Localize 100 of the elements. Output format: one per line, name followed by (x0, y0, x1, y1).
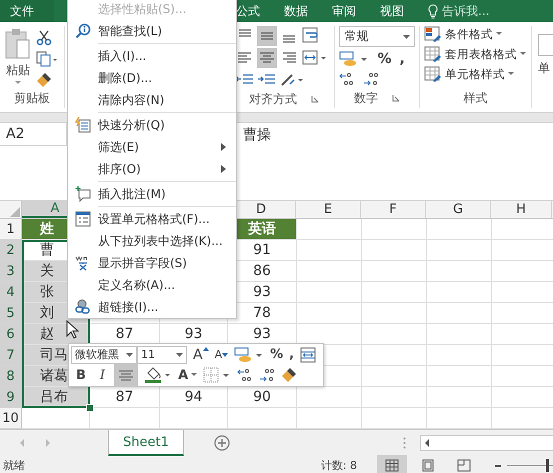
cell-style-icon (424, 66, 442, 82)
column-width-icon[interactable] (300, 346, 316, 362)
comma-style-button[interactable]: , (289, 347, 294, 362)
format-painter-icon[interactable] (281, 367, 298, 383)
sheet-tab[interactable]: Sheet1 (108, 430, 184, 456)
page-break-icon (457, 459, 471, 472)
bold-button[interactable]: B (71, 368, 91, 382)
menu-item[interactable]: 插入(I)... (68, 45, 236, 67)
cells-group-label[interactable]: 单 (538, 60, 553, 77)
menu-item[interactable]: 排序(O) (68, 158, 236, 180)
percent-style-button[interactable]: % (377, 51, 392, 67)
italic-button[interactable]: I (96, 368, 108, 382)
styles-menu-button[interactable]: 套用表格格式 (424, 46, 527, 62)
borders-icon[interactable] (203, 367, 232, 383)
caret-icon (402, 34, 410, 38)
menu-item[interactable]: 筛选(E) (68, 136, 236, 158)
format-painter-icon[interactable] (36, 72, 52, 88)
column-header[interactable]: F (361, 201, 426, 218)
submenu-arrow-icon (221, 165, 226, 173)
ribbon-tab[interactable]: 审阅 (320, 0, 368, 22)
align-center-icon[interactable] (114, 364, 138, 386)
column-header[interactable]: H (491, 201, 552, 218)
menu-item[interactable]: 智能查找(L) (68, 20, 236, 42)
menu-item[interactable]: 删除(D)... (68, 67, 236, 89)
row-header[interactable]: 10 (0, 408, 22, 429)
increase-decimal-icon[interactable] (339, 71, 356, 87)
insert-cells-button[interactable] (538, 34, 553, 56)
number-format-dropdown[interactable]: 常规 (339, 26, 415, 47)
grid-icon (385, 459, 399, 472)
hyperlink-icon (75, 299, 91, 315)
shrink-font-button[interactable]: A (214, 348, 228, 361)
font-name-field[interactable]: 微软雅黑 (71, 346, 137, 364)
formula-bar-text[interactable]: 曹操 (243, 123, 271, 144)
row-header[interactable]: 9 (0, 387, 22, 408)
styles-menu-button[interactable]: 单元格样式 (424, 66, 527, 82)
copy-icon[interactable] (36, 51, 58, 67)
zoom-slider[interactable] (507, 459, 553, 472)
paste-label[interactable]: 粘贴 (6, 62, 30, 79)
conditional-format-icon (424, 26, 442, 42)
fill-color-icon[interactable] (144, 366, 172, 384)
fill-handle[interactable] (86, 404, 94, 412)
group-label: 对齐方式 (248, 90, 297, 108)
horizontal-scrollbar[interactable] (420, 434, 553, 450)
submenu-arrow-icon (221, 143, 226, 151)
page-icon (421, 459, 435, 472)
decrease-decimal-icon[interactable] (363, 71, 380, 87)
format-cells-icon (75, 211, 91, 227)
menu-item[interactable]: 清除内容(N) (68, 89, 236, 111)
scissors-icon[interactable] (36, 30, 52, 46)
ribbon-tab[interactable]: 视图 (368, 0, 416, 22)
dialog-launcher-icon[interactable] (392, 94, 400, 102)
status-text: 就绪 (3, 458, 25, 473)
percent-style-button[interactable]: % (270, 347, 284, 362)
comma-style-button[interactable]: , (400, 51, 405, 67)
styles-menu-button[interactable]: 条件格式 (424, 26, 527, 42)
row-header[interactable]: 3 (0, 261, 22, 282)
row-header[interactable]: 7 (0, 345, 22, 366)
normal-view-button[interactable] (377, 455, 407, 473)
search-icon (75, 23, 91, 39)
group-label: 数字 (354, 90, 378, 106)
file-tab[interactable]: 文件 (0, 0, 54, 22)
caret-icon (496, 32, 502, 36)
align-middle-icon[interactable] (257, 26, 278, 46)
menu-item[interactable]: 快速分析(Q) (68, 114, 236, 136)
row-header[interactable]: 8 (0, 366, 22, 387)
row-header[interactable]: 1 (0, 219, 22, 240)
row-header[interactable]: 4 (0, 282, 22, 303)
scroll-left-icon[interactable] (423, 438, 431, 448)
currency-icon[interactable] (234, 346, 264, 364)
group-label: 样式 (463, 90, 488, 106)
caret-icon (191, 373, 198, 377)
add-sheet-icon[interactable] (214, 434, 230, 450)
row-header[interactable]: 6 (0, 324, 22, 345)
grow-font-button[interactable]: A (193, 346, 209, 362)
font-color-button[interactable]: A (178, 368, 198, 382)
quick-analysis-icon (75, 117, 91, 133)
caret-icon (126, 352, 133, 356)
column-header[interactable]: E (296, 201, 361, 218)
down-triangle-icon (222, 352, 228, 356)
lightbulb-icon (428, 4, 438, 18)
row-header[interactable]: 5 (0, 303, 22, 324)
tell-me-search[interactable]: 告诉我... (416, 0, 502, 22)
caret-icon (520, 52, 526, 56)
align-center-icon[interactable] (257, 48, 278, 68)
currency-icon[interactable] (339, 50, 370, 68)
caret-icon (15, 81, 21, 85)
caret-icon (176, 352, 183, 356)
ribbon-tab[interactable]: 数据 (272, 0, 320, 22)
row-header[interactable]: 2 (0, 240, 22, 261)
count-readout: 计数: 8 (320, 458, 357, 473)
increase-decimal-icon[interactable] (237, 367, 254, 383)
table-format-icon (424, 46, 442, 62)
dialog-launcher-icon[interactable] (310, 95, 319, 103)
up-triangle-icon (202, 346, 209, 350)
decrease-decimal-icon[interactable] (259, 367, 276, 383)
font-size-field[interactable]: 11 (137, 346, 187, 364)
group-label: 剪贴板 (14, 90, 50, 106)
comment-icon (75, 186, 91, 202)
column-header[interactable]: G (426, 201, 491, 218)
caret-icon (508, 72, 514, 76)
